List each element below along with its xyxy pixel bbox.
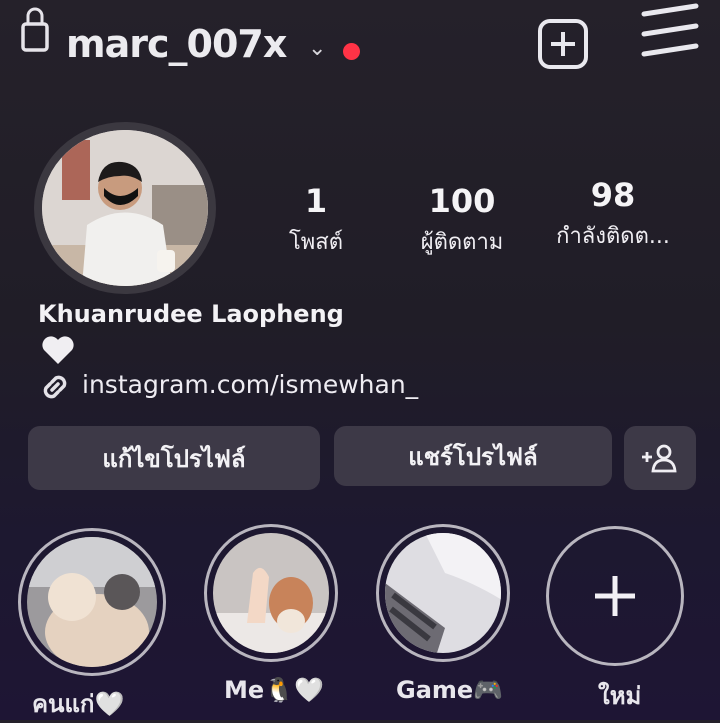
- highlight-label-new: ใหม่: [598, 682, 642, 710]
- followers-count: 100: [428, 182, 496, 220]
- highlight-cover: [213, 533, 329, 653]
- create-post-icon[interactable]: [537, 18, 589, 70]
- username[interactable]: marc_007x: [66, 22, 287, 66]
- highlight-cover: [27, 537, 157, 667]
- stat-followers[interactable]: 100 ผู้ติดตาม: [400, 182, 524, 259]
- add-person-icon: [642, 444, 677, 473]
- posts-count: 1: [304, 182, 328, 220]
- highlight-label-1: คนแก่🤍: [32, 690, 125, 718]
- lock-icon: [21, 7, 49, 52]
- highlight-label-2: Me🐧🤍: [224, 676, 324, 704]
- menu-icon[interactable]: [638, 0, 702, 64]
- plus-icon: [595, 576, 635, 616]
- followers-label: ผู้ติดตาม: [420, 230, 504, 255]
- highlight-1[interactable]: [18, 528, 166, 676]
- stat-posts[interactable]: 1 โพสต์: [256, 182, 376, 259]
- highlight-2[interactable]: [204, 524, 338, 662]
- edit-profile-button[interactable]: แก้ไขโปรไฟล์: [28, 426, 320, 490]
- highlight-label-3: Game🎮: [396, 676, 504, 704]
- link-icon: [43, 375, 67, 399]
- following-label: กำลังติดต...: [556, 224, 670, 249]
- profile-link[interactable]: instagram.com/ismewhan_: [82, 370, 418, 399]
- posts-label: โพสต์: [288, 230, 344, 255]
- highlight-3[interactable]: [376, 524, 510, 662]
- stat-following[interactable]: 98 กำลังติดต...: [538, 176, 688, 253]
- new-highlight-button[interactable]: [546, 526, 684, 666]
- white-heart-icon: [42, 336, 74, 364]
- chevron-down-icon[interactable]: ⌄: [308, 36, 326, 61]
- notification-dot: [343, 43, 360, 60]
- avatar[interactable]: [42, 130, 208, 286]
- discover-people-button[interactable]: [624, 426, 696, 490]
- share-profile-button[interactable]: แชร์โปรไฟล์: [334, 426, 612, 486]
- profile-name: Khuanrudee Laopheng: [38, 300, 344, 328]
- following-count: 98: [590, 176, 636, 214]
- highlight-cover: [385, 533, 501, 653]
